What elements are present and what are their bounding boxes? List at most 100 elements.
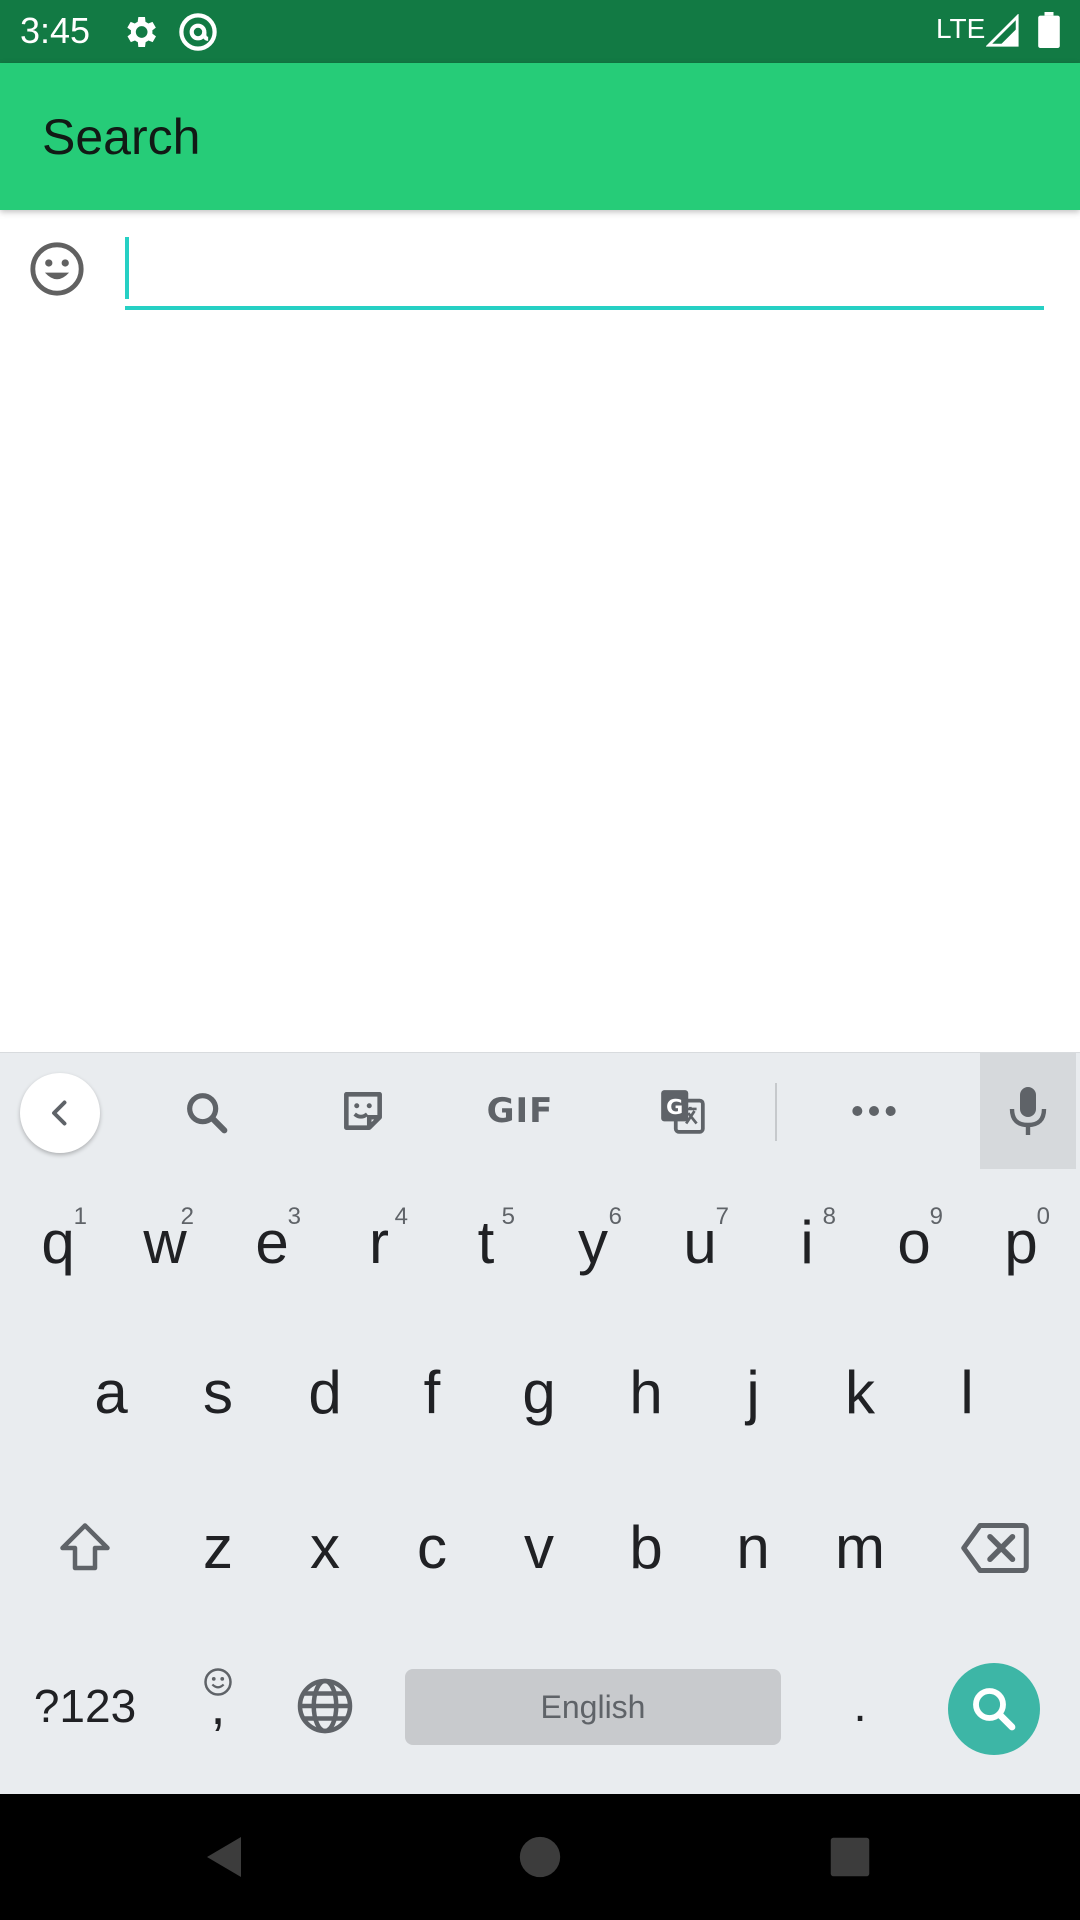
at-sign-icon xyxy=(179,13,217,51)
nav-home-button[interactable] xyxy=(510,1827,570,1887)
key-n[interactable]: n xyxy=(710,1488,796,1608)
toolbar-divider xyxy=(775,1083,777,1141)
key-hint: 7 xyxy=(715,1203,729,1230)
key-label: s xyxy=(203,1359,233,1426)
key-label: p xyxy=(1004,1209,1038,1276)
cell-signal-icon xyxy=(986,14,1019,47)
status-time: 3:45 xyxy=(20,10,91,51)
search-icon xyxy=(187,1093,228,1134)
battery-icon xyxy=(1038,12,1060,48)
search-field[interactable] xyxy=(125,230,1044,310)
key-u[interactable]: 7u xyxy=(657,1183,743,1303)
key-hint: 4 xyxy=(394,1203,408,1230)
smiley-icon[interactable] xyxy=(28,240,86,298)
toolbar-sticker-button[interactable] xyxy=(333,1081,393,1141)
key-label: q xyxy=(41,1209,75,1276)
key-f[interactable]: f xyxy=(389,1333,475,1453)
text-cursor xyxy=(125,237,129,299)
search-input[interactable] xyxy=(125,230,1044,306)
spacebar-label: English xyxy=(540,1688,646,1725)
more-horiz-icon xyxy=(852,1106,896,1116)
key-v[interactable]: v xyxy=(496,1488,582,1608)
key-q[interactable]: 1q xyxy=(15,1183,101,1303)
back-triangle-icon xyxy=(207,1837,241,1877)
toolbar-translate-button[interactable]: G xyxy=(652,1081,712,1141)
key-g[interactable]: g xyxy=(496,1333,582,1453)
key-j[interactable]: j xyxy=(710,1333,796,1453)
translate-icon: G xyxy=(661,1090,705,1134)
key-s[interactable]: s xyxy=(175,1333,261,1453)
network-type: LTE xyxy=(936,13,986,44)
shift-icon xyxy=(60,1523,110,1571)
key-hint: 0 xyxy=(1036,1203,1050,1230)
comma-key[interactable]: , xyxy=(175,1653,261,1758)
key-i[interactable]: 8i xyxy=(764,1183,850,1303)
sticker-icon xyxy=(344,1092,382,1130)
key-label: ?123 xyxy=(33,1679,137,1732)
key-label: e xyxy=(255,1209,289,1276)
key-label: j xyxy=(746,1359,760,1426)
key-hint: 8 xyxy=(822,1203,836,1230)
key-a[interactable]: a xyxy=(68,1333,154,1453)
key-y[interactable]: 6y xyxy=(550,1183,636,1303)
key-hint: 3 xyxy=(287,1203,301,1230)
key-h[interactable]: h xyxy=(603,1333,689,1453)
key-x[interactable]: x xyxy=(282,1488,368,1608)
key-hint: 6 xyxy=(608,1203,622,1230)
search-icon xyxy=(973,1688,1016,1731)
nav-back-button[interactable] xyxy=(195,1827,255,1887)
keyboard: GIF G 1q 2w 3e 4 r 5 t 6 y 7 u 8 i 9 o 0… xyxy=(0,1052,1080,1794)
key-c[interactable]: c xyxy=(389,1488,475,1608)
key-label: , xyxy=(210,1675,226,1736)
key-p[interactable]: 0p xyxy=(978,1183,1064,1303)
key-o[interactable]: 9o xyxy=(871,1183,957,1303)
key-label: l xyxy=(960,1359,974,1426)
key-e[interactable]: 3e xyxy=(229,1183,315,1303)
key-label: a xyxy=(94,1359,128,1426)
key-label: g xyxy=(522,1359,556,1426)
symbols-key[interactable]: ?123 xyxy=(15,1653,155,1758)
toolbar-more-button[interactable] xyxy=(840,1081,908,1141)
key-label: d xyxy=(308,1359,342,1426)
shift-key[interactable] xyxy=(40,1488,130,1608)
toolbar-search-button[interactable] xyxy=(175,1081,239,1145)
key-r[interactable]: 4r xyxy=(336,1183,422,1303)
globe-icon xyxy=(297,1678,353,1733)
key-w[interactable]: 2w xyxy=(122,1183,208,1303)
key-l[interactable]: l xyxy=(924,1333,1010,1453)
key-hint: 1 xyxy=(73,1203,87,1230)
key-label: o xyxy=(897,1209,931,1276)
navigation-bar xyxy=(0,1794,1080,1920)
key-label: . xyxy=(853,1678,867,1732)
key-hint: 2 xyxy=(180,1203,194,1230)
key-k[interactable]: k xyxy=(817,1333,903,1453)
toolbar-voice-button[interactable] xyxy=(980,1053,1076,1169)
key-m[interactable]: m xyxy=(817,1488,903,1608)
key-b[interactable]: b xyxy=(603,1488,689,1608)
keyboard-toolbar: GIF G xyxy=(0,1053,1080,1169)
key-t[interactable]: 5t xyxy=(443,1183,529,1303)
home-circle-icon xyxy=(519,1836,561,1878)
backspace-key[interactable] xyxy=(945,1488,1045,1608)
svg-text:G: G xyxy=(666,1095,683,1119)
key-label: h xyxy=(629,1359,663,1426)
key-d[interactable]: d xyxy=(282,1333,368,1453)
search-action-key[interactable] xyxy=(948,1663,1040,1755)
chevron-left-icon xyxy=(52,1100,67,1126)
key-label: u xyxy=(683,1209,717,1276)
period-key[interactable]: . xyxy=(817,1653,903,1758)
toolbar-gif-button[interactable]: GIF xyxy=(480,1081,560,1141)
key-label: z xyxy=(203,1514,233,1581)
key-hint: 5 xyxy=(501,1203,515,1230)
toolbar-collapse-button[interactable] xyxy=(20,1073,100,1153)
status-bar: 3:45 LTE xyxy=(0,0,1080,63)
gif-label: GIF xyxy=(486,1091,554,1131)
spacebar[interactable]: English xyxy=(405,1669,781,1745)
key-label: b xyxy=(629,1514,663,1581)
key-label: x xyxy=(310,1514,340,1581)
nav-recents-button[interactable] xyxy=(820,1827,880,1887)
app-bar: Search xyxy=(0,63,1080,210)
key-label: m xyxy=(835,1514,885,1581)
key-z[interactable]: z xyxy=(175,1488,261,1608)
language-key[interactable] xyxy=(282,1653,368,1758)
